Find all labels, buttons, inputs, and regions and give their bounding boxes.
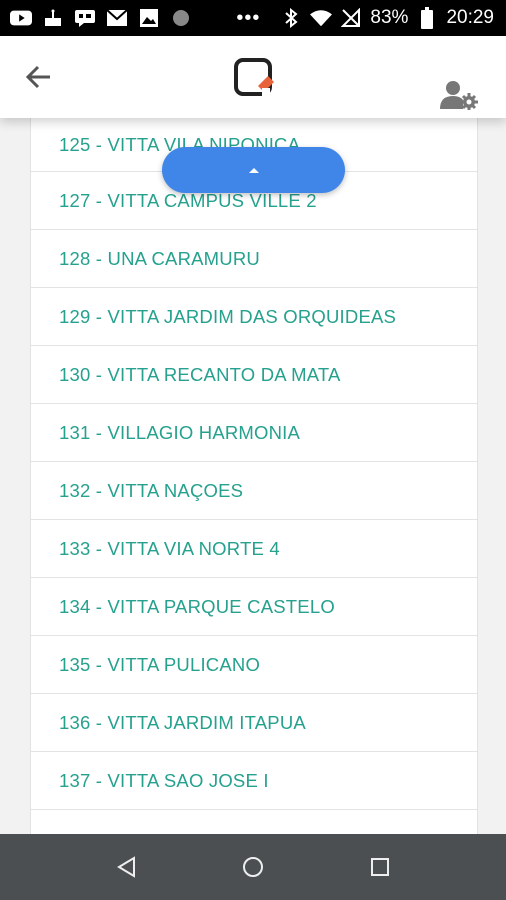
list-item[interactable]: 129 - VITTA JARDIM DAS ORQUIDEAS bbox=[31, 288, 477, 346]
list-item-label: 129 - VITTA JARDIM DAS ORQUIDEAS bbox=[59, 305, 397, 327]
list-item[interactable]: 131 - VILLAGIO HARMONIA bbox=[31, 404, 477, 462]
scroll-to-top-button[interactable] bbox=[162, 147, 345, 193]
list-item[interactable]: 133 - VITTA VIA NORTE 4 bbox=[31, 520, 477, 578]
user-cog-icon bbox=[440, 81, 478, 111]
list-item-label: 134 - VITTA PARQUE CASTELO bbox=[59, 595, 335, 617]
home-circle-icon bbox=[243, 857, 263, 877]
list-item[interactable]: 135 - VITTA PULICANO bbox=[31, 636, 477, 694]
bluetooth-icon bbox=[280, 7, 302, 29]
list-item-label: 130 - VITTA RECANTO DA MATA bbox=[59, 363, 341, 385]
gmail-icon bbox=[106, 7, 128, 29]
list-item[interactable]: 132 - VITTA NAÇOES bbox=[31, 462, 477, 520]
list-item-label: 128 - UNA CARAMURU bbox=[59, 247, 260, 269]
arrow-back-icon bbox=[25, 65, 50, 89]
user-settings-button[interactable] bbox=[440, 80, 478, 111]
list-item[interactable]: 130 - VITTA RECANTO DA MATA bbox=[31, 346, 477, 404]
list-item-label: 132 - VITTA NAÇOES bbox=[59, 479, 244, 501]
app-logo bbox=[232, 56, 276, 100]
nav-home-button[interactable] bbox=[241, 855, 265, 879]
list-item[interactable]: 134 - VITTA PARQUE CASTELO bbox=[31, 578, 477, 636]
back-triangle-icon bbox=[117, 856, 135, 878]
youtube-icon bbox=[10, 7, 32, 29]
battery-icon bbox=[416, 7, 438, 29]
back-button[interactable] bbox=[22, 62, 56, 92]
condominium-list: 125 - VITTA VILA NIPONICA 127 - VITTA CA… bbox=[30, 118, 478, 834]
wifi-icon bbox=[310, 7, 333, 29]
system-status: ••• 83% 20:29 bbox=[236, 0, 494, 36]
caret-up-icon bbox=[248, 168, 259, 173]
list-item[interactable] bbox=[31, 810, 477, 834]
list-item[interactable]: 136 - VITTA JARDIM ITAPUA bbox=[31, 694, 477, 752]
gallery-icon bbox=[138, 7, 160, 29]
list-item-label: 135 - VITTA PULICANO bbox=[59, 653, 261, 675]
nav-recents-button[interactable] bbox=[368, 855, 392, 879]
list-item-label: 137 - VITTA SAO JOSE I bbox=[59, 769, 269, 791]
notification-icons bbox=[10, 7, 192, 29]
system-nav-bar bbox=[0, 834, 506, 900]
list-item-label: 133 - VITTA VIA NORTE 4 bbox=[59, 537, 280, 559]
list-item-label: 131 - VILLAGIO HARMONIA bbox=[59, 421, 301, 443]
chat-icon bbox=[74, 7, 96, 29]
more-dots-icon: ••• bbox=[236, 6, 261, 29]
app-header bbox=[0, 36, 506, 118]
nav-back-button[interactable] bbox=[115, 855, 139, 879]
list-item[interactable]: 128 - UNA CARAMURU bbox=[31, 230, 477, 288]
circle-icon bbox=[170, 7, 192, 29]
list-item-label: 136 - VITTA JARDIM ITAPUA bbox=[59, 711, 306, 733]
clock: 20:29 bbox=[446, 7, 494, 28]
battery-percent: 83% bbox=[370, 7, 409, 28]
status-bar: ••• 83% 20:29 bbox=[0, 0, 506, 36]
list-item[interactable]: 137 - VITTA SAO JOSE I bbox=[31, 752, 477, 810]
cake-icon bbox=[42, 7, 64, 29]
recents-square-icon bbox=[371, 858, 389, 876]
no-signal-icon bbox=[340, 7, 362, 29]
